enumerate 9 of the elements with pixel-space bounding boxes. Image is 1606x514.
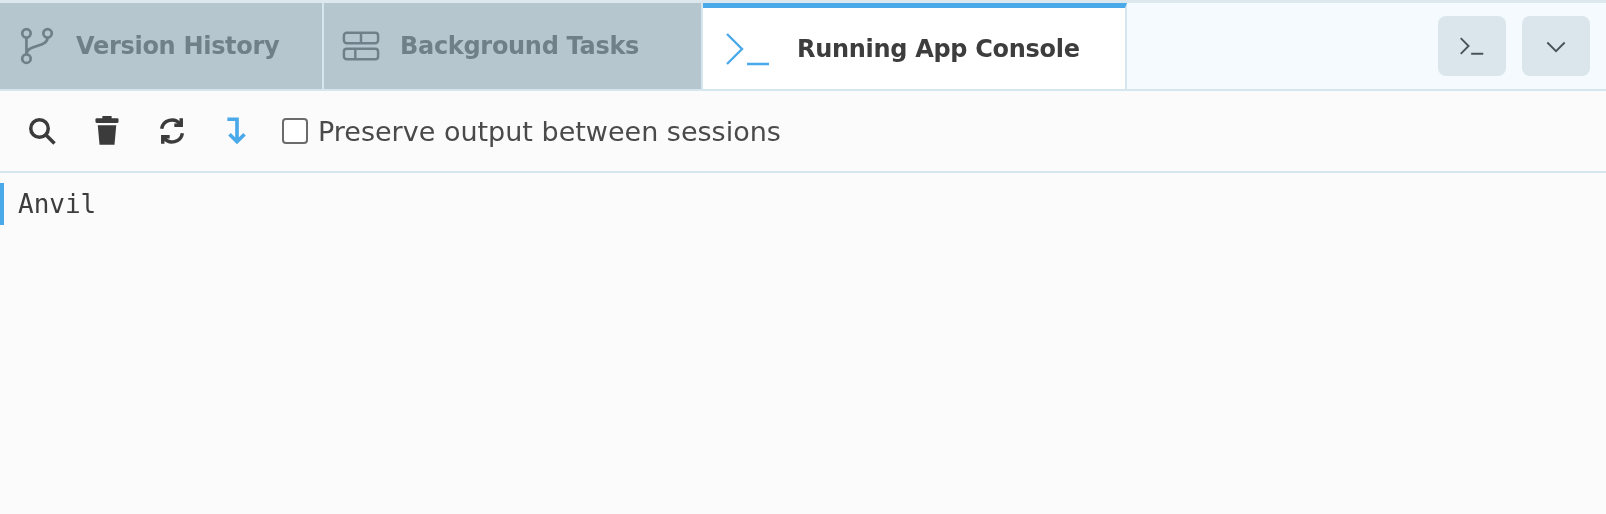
console-line: Anvil [0,183,111,225]
tab[interactable]: Background Tasks [324,3,703,89]
checkbox-label: Preserve output between sessions [318,115,781,147]
tab[interactable]: Running App Console [703,3,1127,89]
search-icon[interactable] [26,116,58,146]
tab[interactable]: Version History [0,3,324,89]
checkbox[interactable] [282,118,308,144]
terminal-icon [1459,36,1485,56]
branch-icon [18,27,56,65]
